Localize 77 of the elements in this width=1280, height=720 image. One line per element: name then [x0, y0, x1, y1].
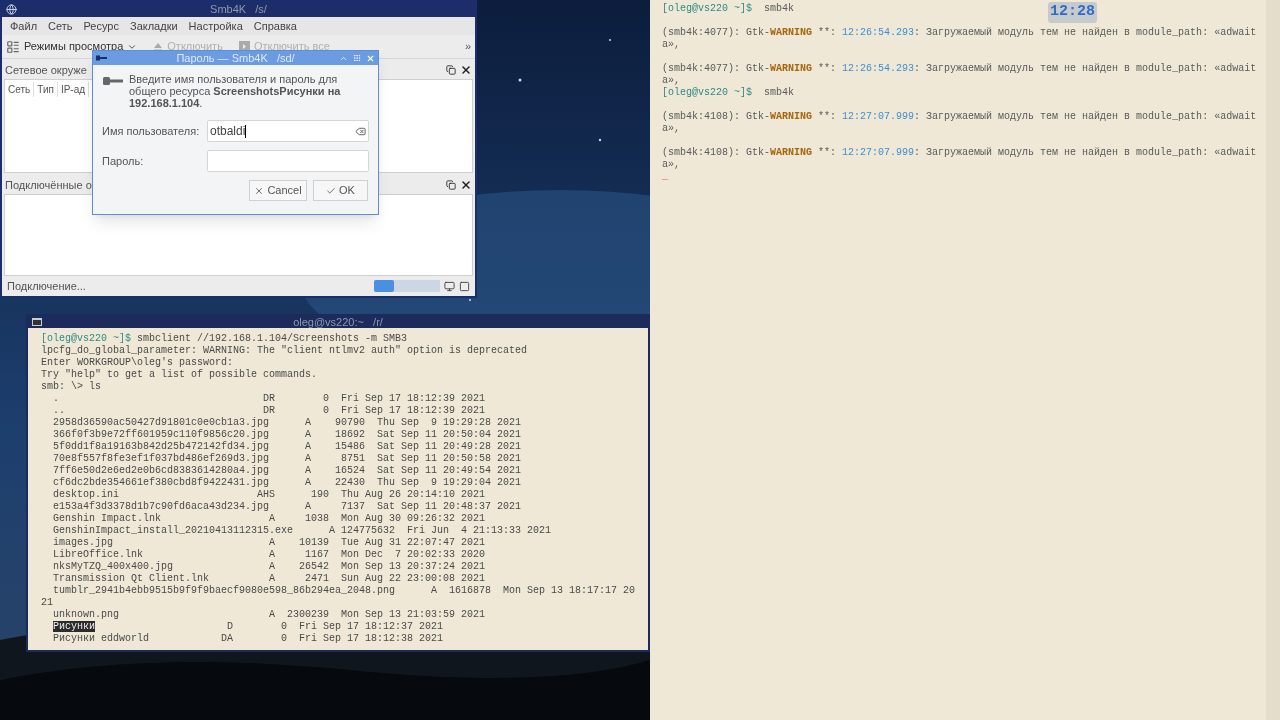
window-title: oleg@vs220:~ /r/ — [293, 316, 383, 328]
terminal-line: images.jpg A 10139 Tue Aug 31 22:07:47 2021 — [52, 537, 486, 549]
terminal-line: GenshinImpact_install_20210413112315.exe A 124775632 Fri Jun 4 21:13:33 2021 — [52, 525, 552, 537]
terminal-line: Genshin Impact.lnk A 1038 Mon Aug 30 09:26:32 2021 — [52, 513, 486, 525]
monitor-icon[interactable] — [444, 280, 455, 292]
window-title: Smb4K /s/ — [210, 2, 267, 17]
terminal-line: a», — [662, 39, 680, 51]
app-globe-icon — [6, 4, 17, 15]
terminal-line: 7ff6e50d2e6ed2e0b6cd8383614280a4.jpg A 16524 Sat Sep 11 20:49:54 2021 — [52, 465, 522, 477]
terminal-line: 70e8f557f8fe3ef1f037bd486ef269d3.jpg A 8751 Sat Sep 11 20:50:58 2021 — [52, 453, 522, 465]
restore-icon[interactable] — [446, 180, 456, 190]
terminal-line: e153a4f3d3378d1b7c90fd6aca43d234.jpg A 7137 Sat Sep 11 20:48:37 2021 — [52, 501, 522, 513]
key-icon — [96, 55, 107, 61]
terminal-line: (smb4k:4077): Gtk-WARNING **: 12:26:54.293: Загружаемый модуль тем не найден в module_path: «adwait — [662, 63, 1257, 75]
panel-title: Сетевое окруже — [5, 62, 87, 78]
terminal-line: [oleg@vs220 ~]$ smb4k — [662, 87, 795, 99]
terminal-line: Рисунки D 0 Fri Sep 17 18:12:37 2021 — [52, 621, 444, 633]
username-field[interactable]: otbaldi — [207, 120, 369, 142]
terminal-line: (smb4k:4108): Gtk-WARNING **: 12:27:07.999: Загружаемый модуль тем не найден в module_path: «adwait — [662, 111, 1257, 123]
view-list-icon — [6, 39, 20, 54]
terminal-icon — [32, 318, 42, 326]
terminal-line: .. DR 0 Fri Sep 17 18:12:39 2021 — [52, 405, 486, 417]
status-text: Подключение... — [7, 278, 86, 294]
field-label: Пароль: — [102, 153, 145, 169]
terminal-line: a», — [662, 75, 680, 87]
terminal-line: Transmission Qt Client.lnk A 2471 Sun Aug 22 23:00:08 2021 — [52, 573, 486, 585]
terminal-line: a», — [662, 123, 680, 135]
terminal-line: Рисунки eddworld DA 0 Fri Sep 17 18:12:38 2021 — [52, 633, 444, 645]
terminal-line: smb: \> ls — [41, 381, 101, 393]
password-field[interactable] — [207, 150, 369, 172]
restore-icon[interactable] — [446, 65, 456, 75]
cancel-icon — [254, 185, 265, 196]
dialog-message: Введите имя пользователя и пароль для общего ресурса ScreenshotsРисунки на 192.168.1.104. — [129, 73, 342, 109]
column-header[interactable]: Тип — [34, 81, 58, 97]
terminal-line: lpcfg_do_global_parameter: WARNING: The "client ntlmv2 auth" option is deprecated — [41, 345, 528, 357]
menu-item[interactable]: Справка — [253, 17, 297, 35]
field-label: Имя пользователя: — [102, 123, 201, 139]
menu-item[interactable]: Ресурс — [83, 17, 119, 35]
toolbar-button[interactable]: Режимы просмотра — [6, 38, 138, 55]
ok-button[interactable]: OK — [313, 180, 368, 201]
terminal-line: unknown.png A 2300239 Mon Sep 13 21:03:59 2021 — [52, 609, 486, 621]
close-icon[interactable] — [460, 64, 472, 76]
dialog-title: Пароль — Smb4K /sd/ — [176, 51, 295, 65]
terminal-line: (smb4k:4077): Gtk-WARNING **: 12:26:54.293: Загружаемый модуль тем не найден в module_path: «adwait — [662, 27, 1257, 39]
column-header[interactable]: IP-ад — [57, 81, 90, 97]
terminal-line: tumblr_2941b4ebb9515b9f9f9baecf9080e598_86b294ea_2048.png A 1616878 Mon Sep 13 18:17:17 20 — [52, 585, 636, 597]
close-icon[interactable] — [460, 179, 472, 191]
terminal-line: 5f0dd1f8a19163b842d25b472142fd34.jpg A 15486 Sat Sep 11 20:49:28 2021 — [52, 441, 522, 453]
terminal-line: _ — [662, 171, 668, 183]
menu-item[interactable]: Закладки — [130, 17, 178, 35]
terminal-line: (smb4k:4108): Gtk-WARNING **: 12:27:07.999: Загружаемый модуль тем не найден в module_path: «adwait — [662, 147, 1257, 159]
terminal-line: LibreOffice.lnk A 1167 Mon Dec 7 20:02:33 2020 — [52, 549, 486, 561]
menu-item[interactable]: Файл — [10, 17, 38, 35]
menu-item[interactable]: Настройка — [188, 17, 243, 35]
terminal-line: 2958d36590ac50427d91801c0e0cb1a3.jpg A 90790 Thu Sep 9 19:29:28 2021 — [52, 417, 522, 429]
key-icon — [103, 76, 123, 86]
terminal-line: . DR 0 Fri Sep 17 18:12:39 2021 — [52, 393, 486, 405]
terminal-line: 21 — [41, 597, 53, 609]
clock-widget: 12:28 — [1048, 2, 1097, 23]
terminal-line: nksMyTZQ_400x400.jpg A 26542 Mon Sep 13 20:37:24 2021 — [52, 561, 486, 573]
check-icon — [326, 185, 337, 196]
terminal-line: a», — [662, 159, 680, 171]
terminal-line: Try "help" to get a list of possible commands. — [41, 369, 318, 381]
column-header[interactable]: Сеть — [5, 81, 35, 97]
terminal-line: [oleg@vs220 ~]$ smb4k — [662, 3, 795, 15]
cancel-button[interactable]: Cancel — [249, 180, 307, 201]
terminal-line: cf6dc2bde354661ef380cbd8f9422431.jpg A 22430 Thu Sep 9 19:29:04 2021 — [52, 477, 522, 489]
overflow-button[interactable]: » — [464, 38, 471, 55]
panel-title: Подключённые о — [5, 177, 92, 193]
clear-icon[interactable] — [355, 125, 366, 137]
menu-item[interactable]: Сеть — [48, 17, 73, 35]
terminal-line: desktop.ini AHS 190 Thu Aug 26 20:14:10 2021 — [52, 489, 486, 501]
terminal-line: [oleg@vs220 ~]$ smbclient //192.168.1.104/Screenshots -m SMB3 — [41, 333, 408, 345]
terminal-line: Enter WORKGROUP\oleg's password: — [41, 357, 234, 369]
grip-icon[interactable] — [353, 54, 361, 62]
square-icon[interactable] — [459, 280, 470, 292]
terminal-line: 366f0f3b9e72ff601959c110f9856c20.jpg A 18692 Sat Sep 11 20:50:04 2021 — [52, 429, 522, 441]
